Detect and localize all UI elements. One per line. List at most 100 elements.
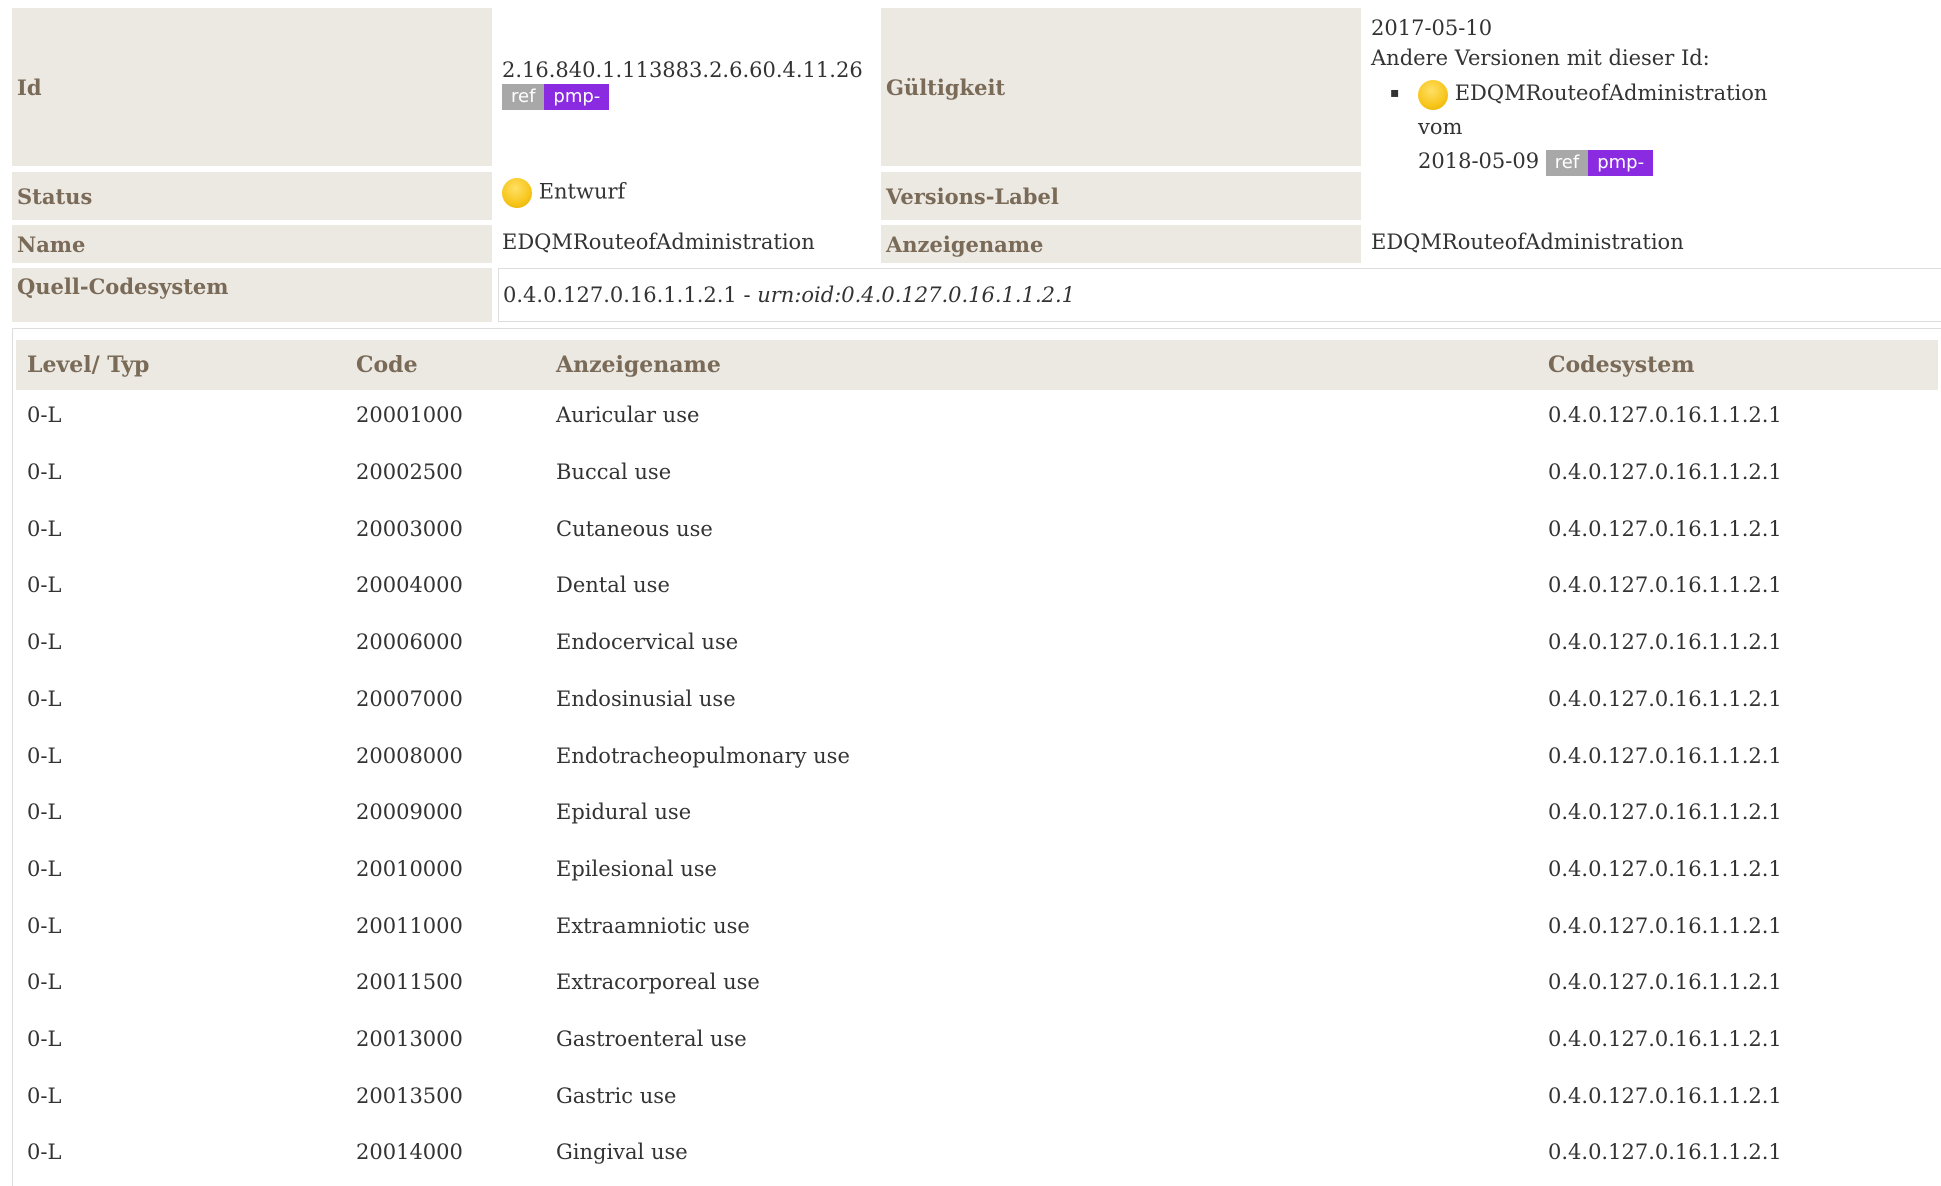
- cell-code: 20013000: [356, 1027, 463, 1052]
- table-row[interactable]: 0-L 20003000 Cutaneous use 0.4.0.127.0.16.1…: [16, 500, 1938, 557]
- cell-code: 20014000: [356, 1140, 463, 1165]
- other-version-line: EDQMRouteofAdministration vom: [1390, 76, 1810, 144]
- cell-code: 20007000: [356, 686, 463, 711]
- col-header-codesystem[interactable]: Codesystem: [1548, 340, 1695, 390]
- cell-display-name: Epidural use: [556, 800, 692, 825]
- source-codesystem-label: Quell-Codesystem: [12, 268, 492, 322]
- cell-level: 0-L: [27, 1083, 62, 1108]
- cell-level: 0-L: [27, 573, 62, 598]
- draft-sun-icon: [502, 178, 532, 208]
- cell-level: 0-L: [27, 743, 62, 768]
- cell-code: 20003000: [356, 516, 463, 541]
- other-version-line-2: 2018-05-09 ref pmp-: [1390, 144, 1810, 178]
- cell-codesystem: 0.4.0.127.0.16.1.1.2.1: [1548, 460, 1782, 485]
- status-value: Entwurf: [538, 179, 626, 204]
- table-row[interactable]: 0-L 20011500 Extracorporeal use 0.4.0.127.0…: [16, 954, 1938, 1011]
- table-row[interactable]: 0-L 20008000 Endotracheopulmonary use 0.4.0…: [16, 727, 1938, 784]
- cell-code: 20013500: [356, 1083, 463, 1108]
- table-row[interactable]: 0-L 20007000 Endosinusial use 0.4.0.127.0.1…: [16, 671, 1938, 728]
- cell-level: 0-L: [27, 460, 62, 485]
- table-row[interactable]: 0-L 20014000 Gingival use 0.4.0.127.0.16.1.…: [16, 1124, 1938, 1181]
- cell-codesystem: 0.4.0.127.0.16.1.1.2.1: [1548, 856, 1782, 881]
- cell-code: 20008000: [356, 743, 463, 768]
- name-label: Name: [12, 225, 492, 263]
- cell-codesystem: 0.4.0.127.0.16.1.1.2.1: [1548, 1083, 1782, 1108]
- cell-level: 0-L: [27, 516, 62, 541]
- validity-date: 2017-05-10: [1371, 16, 1493, 40]
- cell-codesystem: 0.4.0.127.0.16.1.1.2.1: [1548, 573, 1782, 598]
- table-row[interactable]: 0-L 20004000 Dental use 0.4.0.127.0.16.1.1.…: [16, 557, 1938, 614]
- table-row[interactable]: 0-L 20013500 Gastric use 0.4.0.127.0.16.1.1…: [16, 1067, 1938, 1124]
- cell-codesystem: 0.4.0.127.0.16.1.1.2.1: [1548, 1027, 1782, 1052]
- cell-level: 0-L: [27, 913, 62, 938]
- cell-codesystem: 0.4.0.127.0.16.1.1.2.1: [1548, 743, 1782, 768]
- cell-display-name: Gastric use: [556, 1083, 677, 1108]
- col-header-level[interactable]: Level/ Typ: [27, 340, 149, 390]
- status-label: Status: [12, 172, 492, 220]
- source-codesystem-urn: urn:oid:0.4.0.127.0.16.1.1.2.1: [757, 283, 1076, 307]
- other-version-name[interactable]: EDQMRouteofAdministration vom: [1418, 81, 1767, 139]
- version-label-label: Versions-Label: [881, 172, 1361, 220]
- cell-display-name: Dental use: [556, 573, 670, 598]
- id-value: 2.16.840.1.113883.2.6.60.4.11.26: [502, 58, 863, 82]
- other-version-item[interactable]: ▪ EDQMRouteofAdministration vom 2018-05-…: [1390, 76, 1810, 178]
- cell-code: 20011500: [356, 970, 463, 995]
- status-value-block: Entwurf: [502, 178, 625, 208]
- display-name-label: Anzeigename: [881, 225, 1361, 263]
- id-badges: ref pmp-: [502, 83, 863, 110]
- cell-code: 20002500: [356, 460, 463, 485]
- cell-code: 20004000: [356, 573, 463, 598]
- cell-codesystem: 0.4.0.127.0.16.1.1.2.1: [1548, 403, 1782, 428]
- ref-badge: ref: [502, 83, 545, 110]
- cell-level: 0-L: [27, 403, 62, 428]
- valueset-page: Id 2.16.840.1.113883.2.6.60.4.11.26 ref p…: [0, 0, 1941, 1186]
- cell-level: 0-L: [27, 1140, 62, 1165]
- cell-display-name: Endocervical use: [556, 630, 739, 655]
- cell-level: 0-L: [27, 630, 62, 655]
- display-name-value: EDQMRouteofAdministration: [1371, 230, 1684, 254]
- draft-sun-icon: [1418, 79, 1448, 110]
- cell-level: 0-L: [27, 970, 62, 995]
- cell-display-name: Extracorporeal use: [556, 970, 760, 995]
- cell-code: 20001000: [356, 403, 463, 428]
- cell-display-name: Auricular use: [556, 403, 700, 428]
- cell-code: 20006000: [356, 630, 463, 655]
- cell-codesystem: 0.4.0.127.0.16.1.1.2.1: [1548, 686, 1782, 711]
- col-header-code[interactable]: Code: [356, 340, 418, 390]
- ref-badge: ref: [1545, 149, 1589, 176]
- table-row[interactable]: 0-L 20009000 Epidural use 0.4.0.127.0.16.1.…: [16, 784, 1938, 841]
- table-row[interactable]: 0-L 20013000 Gastroenteral use 0.4.0.127.0.…: [16, 1011, 1938, 1068]
- cell-level: 0-L: [27, 800, 62, 825]
- cell-codesystem: 0.4.0.127.0.16.1.1.2.1: [1548, 630, 1782, 655]
- cell-level: 0-L: [27, 856, 62, 881]
- list-bullet: ▪: [1390, 85, 1400, 101]
- table-row[interactable]: 0-L 20010000 Epilesional use 0.4.0.127.0.16…: [16, 841, 1938, 898]
- pmp-badge: pmp-: [544, 83, 610, 110]
- cell-display-name: Cutaneous use: [556, 516, 713, 541]
- table-row[interactable]: 0-L 20002500 Buccal use 0.4.0.127.0.16.1.1.…: [16, 444, 1938, 501]
- cell-codesystem: 0.4.0.127.0.16.1.1.2.1: [1548, 800, 1782, 825]
- cell-display-name: Extraamniotic use: [556, 913, 750, 938]
- cell-display-name: Endosinusial use: [556, 686, 736, 711]
- cell-display-name: Gastroenteral use: [556, 1027, 747, 1052]
- cell-codesystem: 0.4.0.127.0.16.1.1.2.1: [1548, 516, 1782, 541]
- id-label: Id: [12, 8, 492, 166]
- col-header-display-name[interactable]: Anzeigename: [556, 340, 721, 390]
- validity-label: Gültigkeit: [881, 8, 1361, 166]
- id-value-block: 2.16.840.1.113883.2.6.60.4.11.26 ref pmp-: [502, 58, 863, 110]
- table-row[interactable]: 0-L 20001000 Auricular use 0.4.0.127.0.16.1…: [16, 387, 1938, 444]
- table-row[interactable]: 0-L 20011000 Extraamniotic use 0.4.0.127.0.…: [16, 897, 1938, 954]
- cell-level: 0-L: [27, 1027, 62, 1052]
- pmp-badge: pmp-: [1588, 149, 1654, 176]
- other-versions-label: Andere Versionen mit dieser Id:: [1371, 46, 1710, 70]
- table-row[interactable]: 0-L 20006000 Endocervical use 0.4.0.127.0.1…: [16, 614, 1938, 671]
- source-codesystem-value: 0.4.0.127.0.16.1.1.2.1 - urn:oid:0.4.0.1…: [503, 283, 1075, 307]
- validity-block: 2017-05-10 Andere Versionen mit dieser I…: [1371, 13, 1710, 73]
- source-codesystem-oid: 0.4.0.127.0.16.1.1.2.1: [503, 283, 737, 307]
- other-version-date: 2018-05-09: [1418, 149, 1540, 173]
- cell-display-name: Buccal use: [556, 460, 672, 485]
- cell-level: 0-L: [27, 686, 62, 711]
- cell-code: 20010000: [356, 856, 463, 881]
- cell-code: 20009000: [356, 800, 463, 825]
- cell-display-name: Gingival use: [556, 1140, 688, 1165]
